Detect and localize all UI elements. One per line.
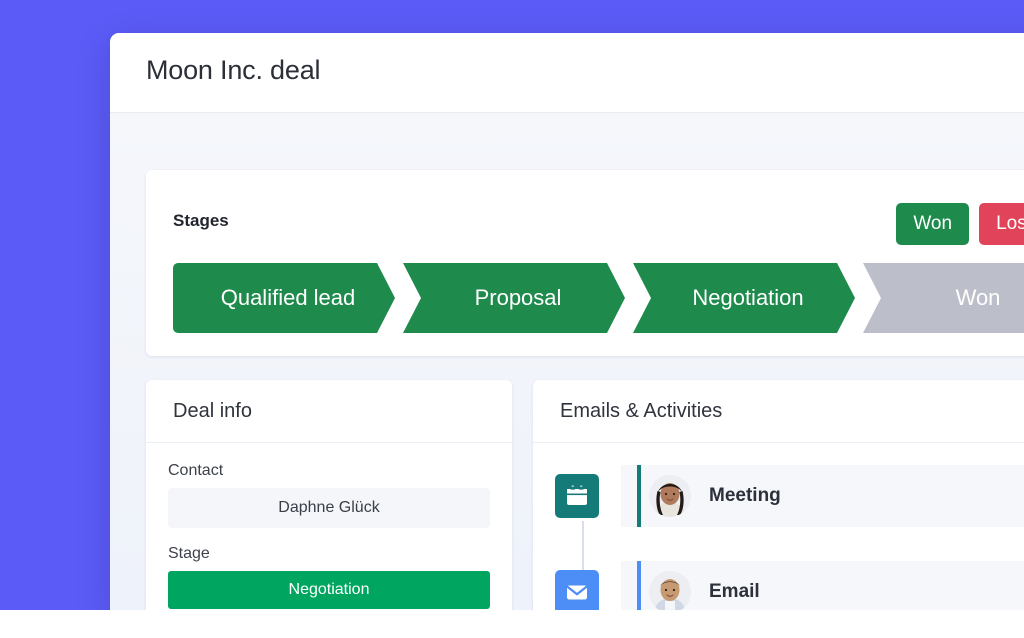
activity-type-label: Meeting: [709, 485, 781, 506]
field-label-stage: Stage: [168, 545, 210, 562]
app-header: Moon Inc. deal: [110, 33, 1024, 113]
stage-chevron-proposal[interactable]: Proposal: [403, 263, 625, 333]
activity-type-label: Email: [709, 581, 760, 602]
activities-timeline: Meeting Email: [533, 443, 1024, 610]
deal-info-card: Deal info Contact Daphne Glück Stage Negoti…: [146, 380, 512, 610]
activities-title: Emails & Activities: [533, 380, 1024, 443]
stage-pipeline: Qualified lead Proposal Negotiation Won: [173, 263, 1024, 333]
stage-chevron-won[interactable]: Won: [863, 263, 1024, 333]
deal-info-title: Deal info: [146, 380, 512, 443]
stages-label: Stages: [173, 211, 229, 230]
activity-card[interactable]: Email: [621, 561, 1024, 610]
page-title: Moon Inc. deal: [146, 55, 321, 85]
calendar-icon[interactable]: [555, 474, 599, 518]
deal-info-body: Contact Daphne Glück Stage Negotiation: [146, 443, 512, 610]
activities-card: Emails & Activities Meeting Email: [533, 380, 1024, 610]
stage-field[interactable]: Negotiation: [168, 571, 490, 609]
outcome-buttons: WonLost: [896, 203, 1024, 245]
avatar: [649, 475, 691, 517]
stage-chevron-qualified-lead[interactable]: Qualified lead: [173, 263, 395, 333]
page-body: Stages WonLost Qualified leadProposalNeg…: [110, 113, 1024, 610]
contact-field[interactable]: Daphne Glück: [168, 488, 490, 528]
field-label-contact: Contact: [168, 462, 224, 479]
activity-card[interactable]: Meeting: [621, 465, 1024, 527]
stage-chevron-label: Negotiation: [692, 285, 804, 310]
app-window: Moon Inc. deal Stages WonLost Qualified …: [110, 33, 1024, 610]
won-button[interactable]: Won: [896, 203, 970, 245]
activity-row[interactable]: Email: [533, 561, 1024, 610]
avatar: [649, 571, 691, 610]
stage-chevron-label: Qualified lead: [220, 285, 356, 310]
envelope-icon[interactable]: [555, 570, 599, 610]
activity-accent-bar: [637, 561, 641, 610]
activity-row[interactable]: Meeting: [533, 465, 1024, 527]
stage-chevron-label: Proposal: [474, 285, 562, 310]
stage-chevron-label: Won: [955, 285, 1001, 310]
bottom-cutoff: [0, 610, 1024, 638]
activity-accent-bar: [637, 465, 641, 527]
lost-button[interactable]: Lost: [979, 203, 1024, 245]
stage-chevron-negotiation[interactable]: Negotiation: [633, 263, 855, 333]
stages-card: Stages WonLost Qualified leadProposalNeg…: [146, 170, 1024, 356]
